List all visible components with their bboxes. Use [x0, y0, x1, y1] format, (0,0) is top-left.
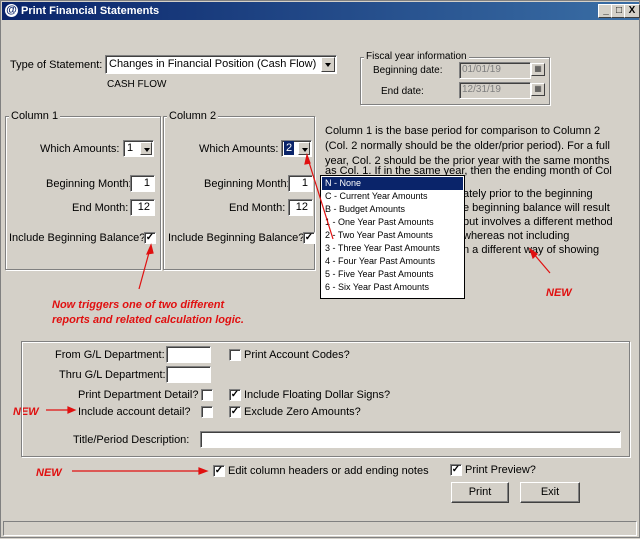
floating-dollar-label: Include Floating Dollar Signs?	[244, 389, 391, 401]
print-preview-label: Print Preview?	[465, 464, 536, 476]
arrowhead-icon	[198, 467, 209, 475]
title-description-label: Title/Period Description:	[73, 434, 190, 446]
arrow-to-which-amounts-icon	[307, 158, 334, 240]
annotation-triggers-line1: Now triggers one of two different	[52, 299, 225, 311]
exclude-zero-checkbox[interactable]: ✓	[229, 406, 241, 418]
from-dept-field[interactable]	[166, 346, 211, 363]
include-account-checkbox[interactable]	[201, 406, 213, 418]
annotation-new-top: NEW	[546, 287, 572, 299]
floating-dollar-checkbox[interactable]: ✓	[229, 389, 241, 401]
thru-dept-label: Thru G/L Department:	[59, 369, 166, 381]
annotation-triggers-line2: reports and related calculation logic.	[52, 314, 244, 326]
title-description-field[interactable]	[200, 431, 621, 448]
status-bar	[3, 521, 637, 536]
print-financial-statements-window: @ Print Financial Statements _ □ X Type …	[0, 0, 640, 538]
arrow-to-include-balance-icon	[138, 248, 151, 290]
print-preview-checkbox[interactable]: ✓	[450, 464, 462, 476]
edit-headers-label: Edit column headers or add ending notes	[228, 465, 429, 477]
include-account-label: Include account detail?	[78, 406, 191, 418]
exit-button[interactable]: Exit	[520, 482, 580, 503]
arrowhead-icon	[145, 243, 154, 255]
annotation-arrows	[46, 152, 551, 475]
print-codes-label: Print Account Codes?	[244, 349, 350, 361]
arrowhead-icon	[304, 152, 311, 165]
print-button[interactable]: Print	[451, 482, 509, 503]
edit-headers-checkbox[interactable]: ✓	[213, 465, 225, 477]
thru-dept-field[interactable]	[166, 366, 211, 383]
print-dept-checkbox[interactable]	[201, 389, 213, 401]
print-dept-label: Print Department Detail?	[78, 389, 199, 401]
print-codes-checkbox[interactable]	[229, 349, 241, 361]
from-dept-label: From G/L Department:	[55, 349, 165, 361]
exclude-zero-label: Exclude Zero Amounts?	[244, 406, 361, 418]
annotation-new-edit: NEW	[36, 467, 62, 479]
